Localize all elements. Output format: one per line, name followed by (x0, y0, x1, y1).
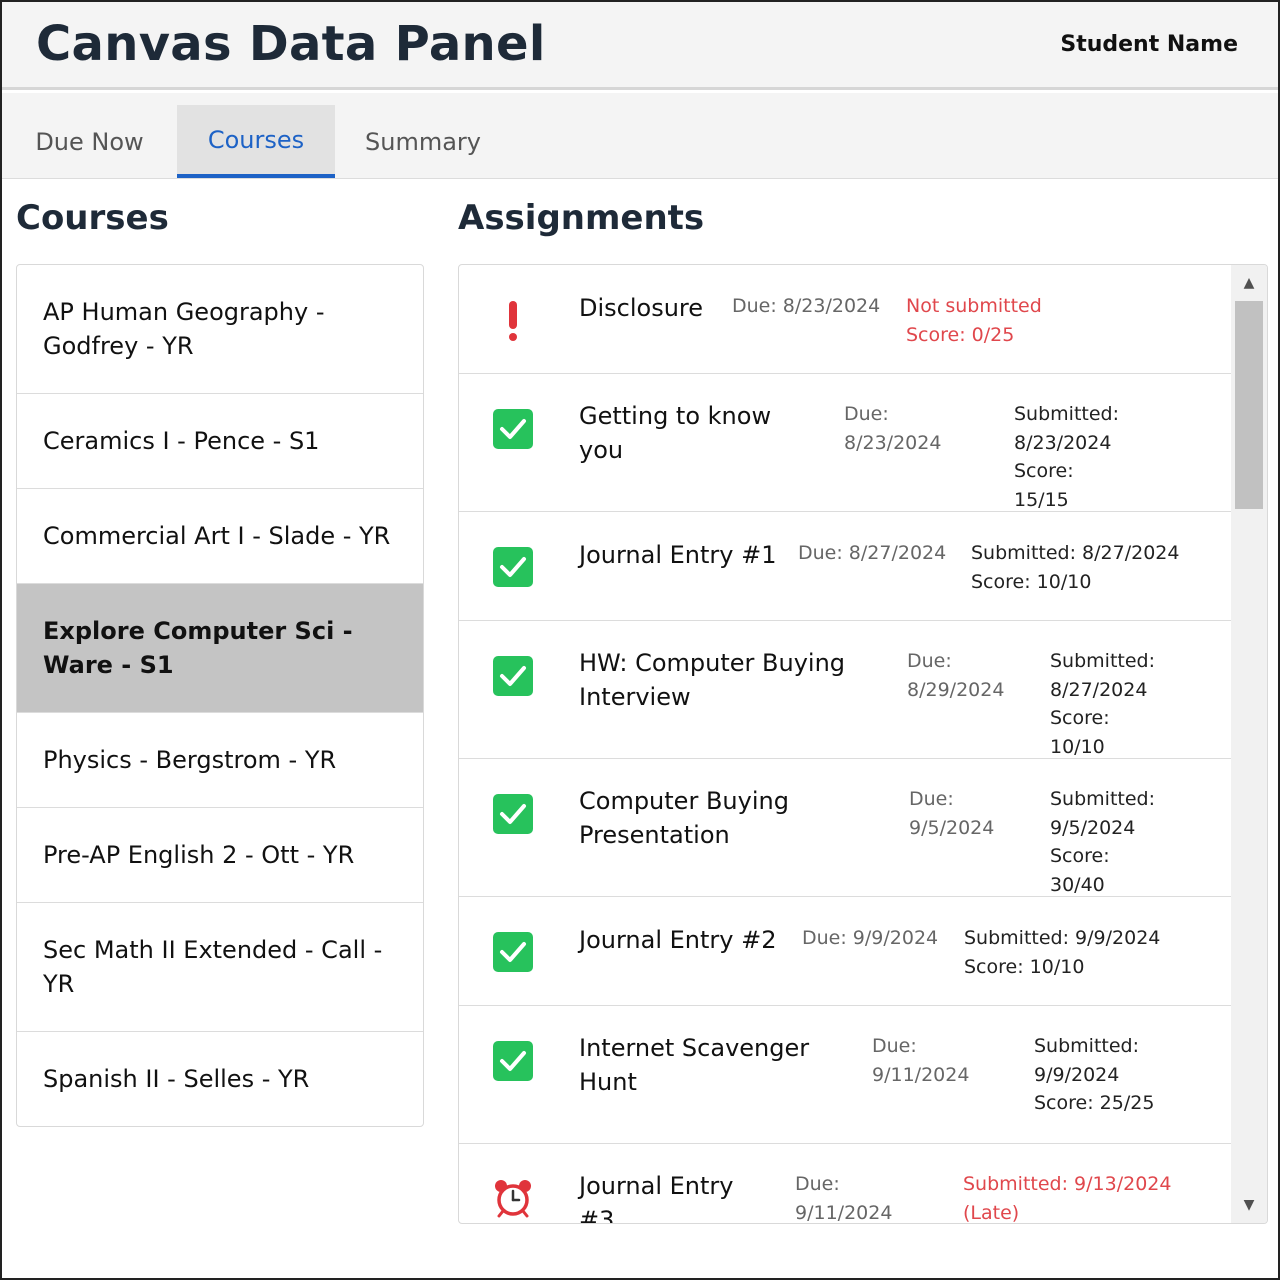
assignment-row[interactable]: Internet Scavenger Hunt Due: 9/11/2024 S… (459, 1006, 1231, 1144)
status-text: Submitted: 8/27/2024 (1050, 650, 1156, 701)
assignment-row[interactable]: HW: Computer Buying Interview Due: 8/29/… (459, 621, 1231, 759)
score-text: Score: 10/10 (971, 570, 1092, 593)
status-text: Submitted: 8/23/2024 (1014, 403, 1120, 454)
assignment-status: Submitted: 9/9/2024 Score: 25/25 (1034, 1032, 1164, 1118)
assignment-due: Due: 9/5/2024 (909, 788, 995, 839)
assignment-status: Submitted: 8/27/2024 Score: 10/10 (971, 539, 1201, 596)
course-item[interactable]: Physics - Bergstrom - YR (17, 713, 423, 808)
score-text: Score: 10/10 (1050, 707, 1110, 758)
status-text: Submitted: 9/5/2024 (1050, 788, 1156, 839)
assignment-title[interactable]: Getting to know you (579, 399, 799, 467)
exclamation-icon (493, 299, 533, 341)
check-icon (493, 547, 533, 587)
tab-courses[interactable]: Courses (177, 105, 335, 178)
scrollbar[interactable]: ▲ ▼ (1231, 265, 1267, 1223)
assignment-due: Due: 9/9/2024 (802, 927, 939, 949)
course-label: Commercial Art I - Slade - YR (43, 522, 391, 550)
app-title: Canvas Data Panel (36, 16, 546, 72)
app-header: Canvas Data Panel Student Name (2, 2, 1278, 90)
assignment-title[interactable]: Internet Scavenger Hunt (579, 1031, 819, 1099)
assignment-list: Disclosure Due: 8/23/2024 Not submitted … (459, 265, 1231, 1223)
score-text: Score: 0/25 (906, 323, 1015, 346)
assignment-row[interactable]: Getting to know you Due: 8/23/2024 Submi… (459, 374, 1231, 512)
tab-bar: Due Now Courses Summary (2, 93, 1278, 179)
score-text: Score: 25/25 (1034, 1092, 1155, 1114)
assignment-row[interactable]: Computer Buying Presentation Due: 9/5/20… (459, 759, 1231, 897)
check-icon (493, 656, 533, 696)
course-item[interactable]: Sec Math II Extended - Call - YR (17, 903, 423, 1032)
score-text: Score: 15/15 (1014, 460, 1074, 511)
assignment-due: Due: 8/29/2024 (907, 650, 1005, 701)
course-label: Ceramics I - Pence - S1 (43, 427, 320, 455)
assignment-title[interactable]: Computer Buying Presentation (579, 784, 839, 852)
assignment-row[interactable]: Journal Entry #1 Due: 8/27/2024 Submitte… (459, 512, 1231, 621)
scroll-down-arrow-icon[interactable]: ▼ (1231, 1193, 1267, 1217)
course-label: Pre-AP English 2 - Ott - YR (43, 841, 355, 869)
check-icon (493, 409, 533, 449)
course-label: Physics - Bergstrom - YR (43, 746, 337, 774)
assignment-status: Submitted: 8/27/2024 Score: 10/10 (1050, 647, 1170, 761)
course-label: Explore Computer Sci - Ware - S1 (43, 617, 353, 679)
assignment-title[interactable]: Journal Entry #3 (579, 1169, 749, 1223)
assignment-row[interactable]: Journal Entry #3 Due: 9/11/2024 Submitte… (459, 1144, 1231, 1223)
check-icon (493, 932, 533, 972)
assignment-status: Submitted: 9/5/2024 Score: 30/40 (1050, 785, 1170, 899)
assignment-due: Due: 9/11/2024 (795, 1173, 893, 1223)
course-item[interactable]: Spanish II - Selles - YR (17, 1032, 423, 1126)
status-text: Submitted: 8/27/2024 (971, 542, 1180, 564)
student-name[interactable]: Student Name (1060, 32, 1238, 57)
scroll-up-arrow-icon[interactable]: ▲ (1231, 271, 1267, 295)
assignment-due: Due: 8/23/2024 (732, 295, 881, 317)
course-item[interactable]: Commercial Art I - Slade - YR (17, 489, 423, 584)
assignment-panel: Disclosure Due: 8/23/2024 Not submitted … (458, 264, 1268, 1224)
course-label: Spanish II - Selles - YR (43, 1065, 310, 1093)
status-text: Submitted: 9/9/2024 (1034, 1035, 1140, 1086)
check-icon (493, 794, 533, 834)
course-item[interactable]: Pre-AP English 2 - Ott - YR (17, 808, 423, 903)
status-text: Submitted: 9/13/2024 (Late) (963, 1173, 1172, 1223)
alarm-clock-icon (493, 1178, 533, 1218)
course-list: AP Human Geography - Godfrey - YR Cerami… (16, 264, 424, 1127)
tab-summary[interactable]: Summary (335, 105, 511, 178)
assignment-row[interactable]: Journal Entry #2 Due: 9/9/2024 Submitted… (459, 897, 1231, 1006)
tab-due-now[interactable]: Due Now (2, 105, 177, 178)
assignment-status: Submitted: 9/13/2024 (Late) (963, 1170, 1173, 1223)
assignment-title[interactable]: Journal Entry #1 (579, 538, 789, 572)
assignment-status: Submitted: 9/9/2024 Score: 10/10 (964, 924, 1194, 981)
assignments-heading: Assignments (458, 198, 705, 238)
status-text: Submitted: 9/9/2024 (964, 927, 1161, 949)
assignment-status: Submitted: 8/23/2024 Score: 15/15 (1014, 400, 1134, 514)
course-label: AP Human Geography - Godfrey - YR (43, 298, 325, 360)
assignment-title[interactable]: Journal Entry #2 (579, 923, 789, 957)
assignment-due: Due: 8/23/2024 (844, 403, 942, 454)
score-text: Score: 10/10 (964, 955, 1085, 978)
status-text: Not submitted (906, 295, 1042, 317)
scrollbar-thumb[interactable] (1235, 301, 1263, 509)
assignment-due: Due: 9/11/2024 (872, 1035, 970, 1086)
assignment-due: Due: 8/27/2024 (798, 542, 947, 564)
assignment-title[interactable]: HW: Computer Buying Interview (579, 646, 869, 714)
course-item[interactable]: Ceramics I - Pence - S1 (17, 394, 423, 489)
course-item[interactable]: AP Human Geography - Godfrey - YR (17, 265, 423, 394)
assignment-row[interactable]: Disclosure Due: 8/23/2024 Not submitted … (459, 265, 1231, 374)
check-icon (493, 1041, 533, 1081)
course-label: Sec Math II Extended - Call - YR (43, 936, 383, 998)
assignment-title[interactable]: Disclosure (579, 291, 719, 325)
courses-heading: Courses (16, 198, 169, 238)
score-text: Score: 30/40 (1050, 845, 1110, 896)
course-item-selected[interactable]: Explore Computer Sci - Ware - S1 (17, 584, 423, 713)
assignment-status: Not submitted Score: 0/25 (906, 292, 1106, 349)
